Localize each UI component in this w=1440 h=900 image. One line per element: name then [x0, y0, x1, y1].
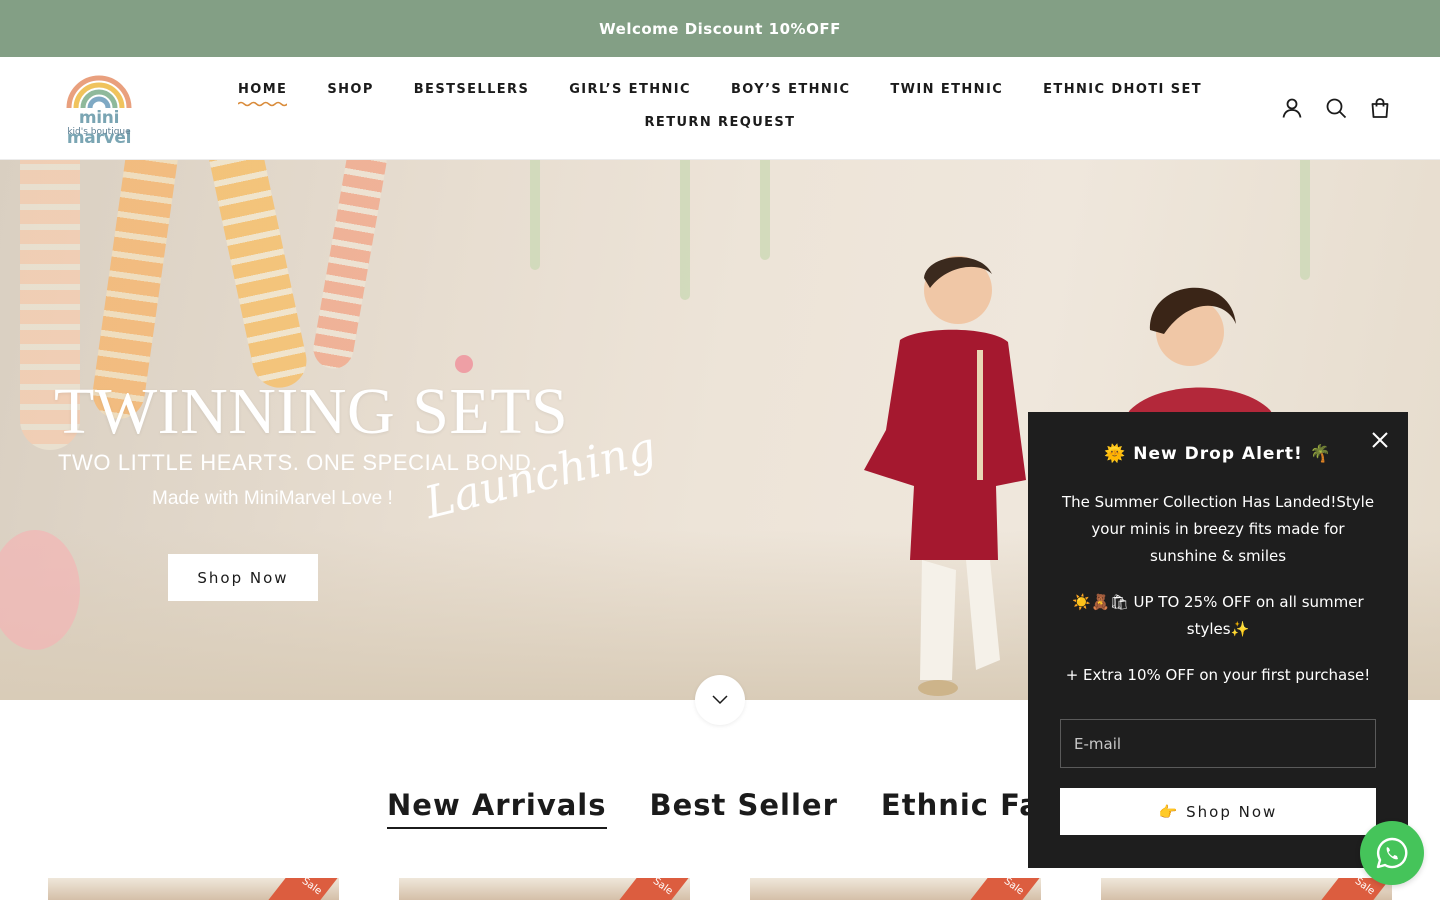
popup-text: The Summer Collection Has Landed!Style y…	[1061, 493, 1375, 565]
header-icons	[1280, 96, 1392, 120]
popup-text: ☀️🧸🛍 UP TO 25% OFF on all summer styles✨	[1072, 593, 1364, 638]
nav-home-label: HOME	[237, 82, 288, 97]
sale-badge: Sale	[610, 878, 690, 900]
nav-bestsellers[interactable]: BESTSELLERS	[414, 82, 529, 97]
nav-girls-ethnic[interactable]: GIRL’S ETHNIC	[569, 82, 691, 97]
flower-garland	[310, 160, 390, 372]
sale-badge: Sale	[961, 878, 1041, 900]
flower-strand	[760, 160, 770, 260]
popup-shop-now-button[interactable]: 👉 Shop Now	[1060, 788, 1376, 835]
nav-home[interactable]: HOME	[237, 82, 288, 107]
announcement-text: Welcome Discount 10%OFF	[599, 19, 841, 38]
nav-shop[interactable]: SHOP	[327, 82, 373, 97]
nav-ethnic-dhoti-set[interactable]: ETHNIC DHOTI SET	[1043, 82, 1202, 97]
product-card[interactable]: Sale	[750, 878, 1041, 900]
nav-return-request[interactable]: RETURN REQUEST	[645, 115, 796, 130]
whatsapp-icon	[1376, 837, 1408, 869]
boy-model-image	[864, 256, 1026, 696]
whatsapp-chat-button[interactable]	[1360, 821, 1424, 885]
hero-shop-now-button[interactable]: Shop Now	[168, 554, 318, 601]
nav-twin-ethnic[interactable]: TWIN ETHNIC	[890, 82, 1003, 97]
hero-tagline: Made with MiniMarvel Love !	[152, 488, 393, 509]
announcement-bar: Welcome Discount 10%OFF	[0, 0, 1440, 57]
product-card[interactable]: Sale	[399, 878, 690, 900]
email-field[interactable]	[1060, 719, 1376, 768]
active-wave-underline	[237, 101, 288, 107]
product-card[interactable]: Sale	[1101, 878, 1392, 900]
flower-garland	[202, 160, 312, 393]
cart-icon[interactable]	[1368, 96, 1392, 120]
popup-title: 🌞 New Drop Alert! 🌴	[1104, 444, 1332, 464]
flower-strand	[530, 160, 540, 270]
site-header: mini marvel kid's boutique HOME SHOP BES…	[0, 57, 1440, 160]
popup-body: The Summer Collection Has Landed!Style y…	[1056, 489, 1380, 708]
scroll-down-button[interactable]	[695, 675, 745, 725]
tab-best-seller[interactable]: Best Seller	[650, 788, 838, 822]
sale-badge: Sale	[259, 878, 339, 900]
main-nav: HOME SHOP BESTSELLERS GIRL’S ETHNIC BOY’…	[0, 82, 1440, 107]
chevron-down-icon	[712, 695, 728, 705]
hero-title: TWINNING SETS	[54, 375, 569, 448]
popup-text: + Extra 10% OFF on your first purchase!	[1065, 666, 1371, 684]
main-nav-row-2: RETURN REQUEST	[0, 115, 1440, 130]
product-card[interactable]: Sale	[48, 878, 339, 900]
flower-strand	[680, 160, 690, 300]
search-icon[interactable]	[1324, 96, 1348, 120]
newsletter-popup: 🌞 New Drop Alert! 🌴 The Summer Collectio…	[1028, 412, 1408, 868]
tab-new-arrivals[interactable]: New Arrivals	[387, 788, 607, 829]
nav-boys-ethnic[interactable]: BOY’S ETHNIC	[731, 82, 850, 97]
hero-subtitle: TWO LITTLE HEARTS. ONE SPECIAL BOND.	[58, 450, 539, 475]
account-icon[interactable]	[1280, 96, 1304, 120]
pink-flower	[455, 355, 473, 373]
